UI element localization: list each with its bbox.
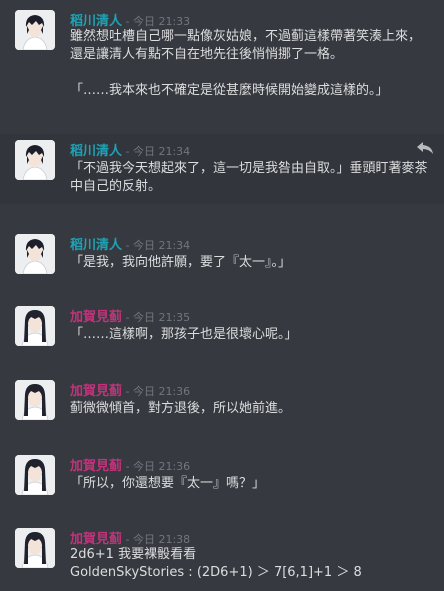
avatar-boy-icon: [15, 10, 55, 50]
author-name[interactable]: 稻川清人: [70, 144, 122, 159]
timestamp[interactable]: 今日 21:35: [133, 311, 190, 324]
message-header: 稻川清人 - 今日 21:33: [70, 10, 190, 29]
author-name[interactable]: 加賀見蓟: [70, 384, 122, 399]
message-text: 「不過我今天想起來了，這一切是我咎由自取。」垂頭盯著麥茶中自己的反射。: [70, 161, 428, 194]
message-header: 加賀見蓟 - 今日 21:38: [70, 528, 190, 547]
message-text: 「……這樣啊，那孩子也是很壞心呢。」: [70, 327, 298, 342]
header-separator: -: [122, 15, 133, 28]
timestamp[interactable]: 今日 21:34: [133, 145, 190, 158]
message-content: 雖然想吐槽自己哪一點像灰姑娘，不過蓟這樣帶著笑湊上來，還是讓清人有點不自在地先往…: [70, 28, 432, 100]
message: 稻川清人 - 今日 21:34 「是我，我向他許願，要了『太一』。」: [0, 230, 444, 282]
header-separator: -: [122, 239, 133, 252]
message-header: 稻川清人 - 今日 21:34: [70, 140, 190, 159]
message-text: 「是我，我向他許願，要了『太一』。」: [70, 255, 292, 270]
author-name[interactable]: 稻川清人: [70, 14, 122, 29]
message-header: 加賀見蓟 - 今日 21:35: [70, 306, 190, 325]
message-text: 「……我本來也不確定是從甚麼時候開始變成這樣的。」: [70, 83, 389, 98]
avatar[interactable]: [15, 140, 55, 180]
message-header: 加賀見蓟 - 今日 21:36: [70, 455, 190, 474]
header-separator: -: [122, 460, 133, 473]
header-separator: -: [122, 145, 133, 158]
avatar-boy-icon: [15, 140, 55, 180]
author-name[interactable]: 稻川清人: [70, 238, 122, 253]
timestamp[interactable]: 今日 21:33: [133, 15, 190, 28]
message-header: 稻川清人 - 今日 21:34: [70, 234, 190, 253]
header-separator: -: [122, 533, 133, 546]
message-text: 蓟微微傾首，對方退後，所以她前進。: [70, 401, 292, 416]
avatar[interactable]: [15, 528, 55, 568]
message-content: 2d6+1 我要裸骰看看 GoldenSkyStories : (2D6+1) …: [70, 546, 432, 582]
timestamp[interactable]: 今日 21:36: [133, 460, 190, 473]
message: 加賀見蓟 - 今日 21:38 2d6+1 我要裸骰看看 GoldenSkySt…: [0, 524, 444, 591]
avatar-woman-icon: [15, 455, 55, 495]
message-content: 「是我，我向他許願，要了『太一』。」: [70, 254, 432, 272]
author-name[interactable]: 加賀見蓟: [70, 532, 122, 547]
avatar[interactable]: [15, 306, 55, 346]
reply-icon[interactable]: [416, 140, 434, 154]
message: 加賀見蓟 - 今日 21:36 蓟微微傾首，對方退後，所以她前進。: [0, 376, 444, 428]
avatar[interactable]: [15, 10, 55, 50]
message-header: 加賀見蓟 - 今日 21:36: [70, 380, 190, 399]
message-text: 「所以，你還想要『太一』嗎？」: [70, 476, 266, 491]
dice-roll-result: GoldenSkyStories : (2D6+1) ＞ 7[6,1]+1 ＞ …: [70, 565, 362, 580]
avatar-boy-icon: [15, 234, 55, 274]
message-content: 「所以，你還想要『太一』嗎？」: [70, 475, 432, 493]
author-name[interactable]: 加賀見蓟: [70, 459, 122, 474]
avatar-woman-icon: [15, 528, 55, 568]
timestamp[interactable]: 今日 21:38: [133, 533, 190, 546]
message-text: 雖然想吐槽自己哪一點像灰姑娘，不過蓟這樣帶著笑湊上來，還是讓清人有點不自在地先往…: [70, 29, 422, 62]
avatar-woman-icon: [15, 380, 55, 420]
message: 稻川清人 - 今日 21:34 「不過我今天想起來了，這一切是我咎由自取。」垂頭…: [0, 134, 444, 204]
message-content: 「……這樣啊，那孩子也是很壞心呢。」: [70, 326, 432, 344]
author-name[interactable]: 加賀見蓟: [70, 310, 122, 325]
timestamp[interactable]: 今日 21:36: [133, 385, 190, 398]
avatar[interactable]: [15, 234, 55, 274]
message-content: 蓟微微傾首，對方退後，所以她前進。: [70, 400, 432, 418]
message-content: 「不過我今天想起來了，這一切是我咎由自取。」垂頭盯著麥茶中自己的反射。: [70, 160, 432, 196]
timestamp[interactable]: 今日 21:34: [133, 239, 190, 252]
message: 加賀見蓟 - 今日 21:35 「……這樣啊，那孩子也是很壞心呢。」: [0, 302, 444, 354]
avatar-woman-icon: [15, 306, 55, 346]
message-feed: 稻川清人 - 今日 21:33 雖然想吐槽自己哪一點像灰姑娘，不過蓟這樣帶著笑湊…: [0, 0, 444, 591]
avatar[interactable]: [15, 380, 55, 420]
header-separator: -: [122, 385, 133, 398]
avatar[interactable]: [15, 455, 55, 495]
message: 稻川清人 - 今日 21:33 雖然想吐槽自己哪一點像灰姑娘，不過蓟這樣帶著笑湊…: [0, 6, 444, 118]
header-separator: -: [122, 311, 133, 324]
message-text: 2d6+1 我要裸骰看看: [70, 547, 197, 562]
message: 加賀見蓟 - 今日 21:36 「所以，你還想要『太一』嗎？」: [0, 451, 444, 503]
